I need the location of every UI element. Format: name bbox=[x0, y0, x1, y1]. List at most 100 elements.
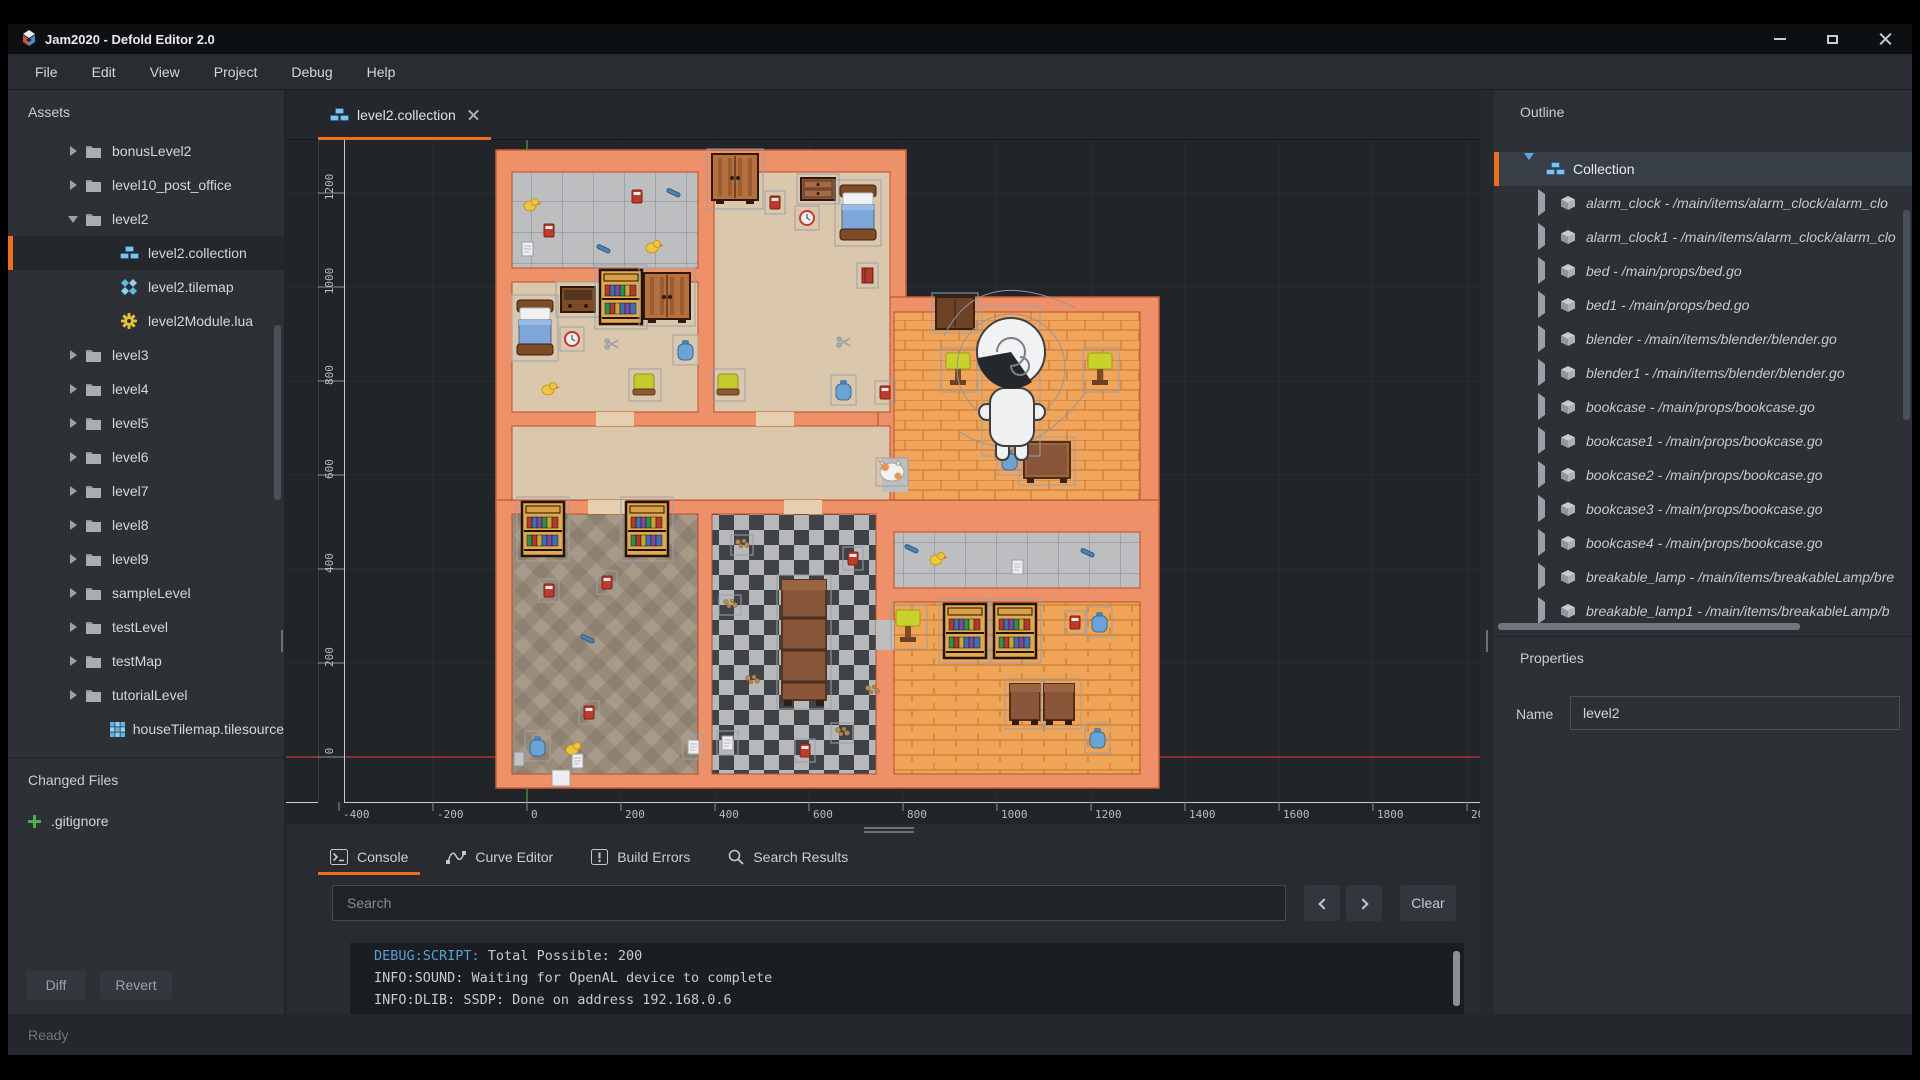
chevron-right-icon[interactable] bbox=[64, 418, 82, 428]
menu-project[interactable]: Project bbox=[197, 54, 275, 90]
wardrobe-object[interactable] bbox=[707, 149, 763, 209]
chevron-right-icon[interactable] bbox=[64, 180, 82, 190]
chevron-right-icon[interactable] bbox=[64, 554, 82, 564]
search-next-button[interactable] bbox=[1346, 885, 1382, 921]
menu-view[interactable]: View bbox=[133, 54, 197, 90]
asset-testMap[interactable]: testMap bbox=[8, 644, 284, 678]
outline-item-alarm_clock1[interactable]: alarm_clock1 - /main/items/alarm_clock/a… bbox=[1494, 220, 1906, 254]
tab-build-errors[interactable]: Build Errors bbox=[579, 838, 702, 875]
scene-view[interactable]: -400-20002004006008001000120014001600180… bbox=[284, 140, 1494, 824]
chevron-right-icon[interactable] bbox=[1538, 534, 1552, 552]
tab-level2-collection[interactable]: level2.collection bbox=[318, 90, 491, 140]
outline-item-bed1[interactable]: bed1 - /main/props/bed.go bbox=[1494, 288, 1906, 322]
name-field[interactable] bbox=[1570, 696, 1900, 730]
level-map[interactable] bbox=[496, 149, 1159, 788]
outline-item-bookcase4[interactable]: bookcase4 - /main/props/bookcase.go bbox=[1494, 526, 1906, 560]
menu-debug[interactable]: Debug bbox=[274, 54, 349, 90]
right-splitter[interactable] bbox=[1480, 90, 1494, 1014]
asset-level2.tilemap[interactable]: level2.tilemap bbox=[8, 270, 284, 304]
search-prev-button[interactable] bbox=[1304, 885, 1340, 921]
chevron-right-icon[interactable] bbox=[64, 146, 82, 156]
bed-object[interactable] bbox=[512, 295, 558, 361]
long-table-object[interactable] bbox=[777, 575, 831, 709]
asset-level10_post_office[interactable]: level10_post_office bbox=[8, 168, 284, 202]
asset-sampleLevel[interactable]: sampleLevel bbox=[8, 576, 284, 610]
tab-curve-editor[interactable]: Curve Editor bbox=[434, 838, 565, 875]
asset-level4[interactable]: level4 bbox=[8, 372, 284, 406]
tab-console[interactable]: Console bbox=[318, 838, 420, 875]
chevron-right-icon[interactable] bbox=[64, 690, 82, 700]
chevron-right-icon[interactable] bbox=[64, 350, 82, 360]
chevron-right-icon[interactable] bbox=[64, 656, 82, 666]
assets-scrollbar[interactable] bbox=[274, 325, 281, 500]
chevron-down-icon[interactable] bbox=[1524, 160, 1534, 178]
left-splitter-handle[interactable] bbox=[281, 630, 283, 652]
chevron-right-icon[interactable] bbox=[64, 486, 82, 496]
console-output[interactable]: DEBUG:SCRIPT: Total Possible: 200INFO:SO… bbox=[350, 943, 1464, 1014]
chevron-right-icon[interactable] bbox=[1538, 296, 1552, 314]
chevron-right-icon[interactable] bbox=[1538, 228, 1552, 246]
console-scrollbar[interactable] bbox=[1453, 951, 1460, 1006]
chevron-right-icon[interactable] bbox=[64, 452, 82, 462]
asset-level7[interactable]: level7 bbox=[8, 474, 284, 508]
search-input[interactable] bbox=[332, 885, 1286, 921]
chevron-right-icon[interactable] bbox=[1538, 466, 1552, 484]
asset-testLevel[interactable]: testLevel bbox=[8, 610, 284, 644]
clear-button[interactable]: Clear bbox=[1400, 885, 1456, 921]
outline-item-bookcase2[interactable]: bookcase2 - /main/props/bookcase.go bbox=[1494, 458, 1906, 492]
tv-stand-object[interactable] bbox=[556, 282, 600, 317]
chevron-right-icon[interactable] bbox=[64, 520, 82, 530]
bookcase3-object[interactable] bbox=[939, 599, 991, 663]
chevron-right-icon[interactable] bbox=[64, 588, 82, 598]
asset-level9[interactable]: level9 bbox=[8, 542, 284, 576]
right-splitter-handle[interactable] bbox=[1486, 630, 1488, 652]
menu-file[interactable]: File bbox=[18, 54, 75, 90]
chevron-right-icon[interactable] bbox=[1538, 602, 1552, 620]
asset-level2[interactable]: level2 bbox=[8, 202, 284, 236]
outline-item-blender1[interactable]: blender1 - /main/items/blender/blender.g… bbox=[1494, 356, 1906, 390]
asset-houseTilemap.tilesource[interactable]: houseTilemap.tilesource bbox=[8, 712, 284, 746]
asset-level6[interactable]: level6 bbox=[8, 440, 284, 474]
chevron-right-icon[interactable] bbox=[1538, 398, 1552, 416]
outline-item-bookcase[interactable]: bookcase - /main/props/bookcase.go bbox=[1494, 390, 1906, 424]
asset-tutorialLevel[interactable]: tutorialLevel bbox=[8, 678, 284, 712]
asset-bonusLevel2[interactable]: bonusLevel2 bbox=[8, 134, 284, 168]
bookcase1-object[interactable] bbox=[517, 497, 569, 561]
tab-search-results[interactable]: Search Results bbox=[716, 838, 860, 875]
console-splitter-handle[interactable] bbox=[864, 827, 914, 835]
maximize-button[interactable] bbox=[1806, 24, 1859, 54]
outline-vertical-scrollbar[interactable] bbox=[1903, 210, 1910, 420]
outline-item-breakable_lamp[interactable]: breakable_lamp - /main/items/breakableLa… bbox=[1494, 560, 1906, 594]
menu-edit[interactable]: Edit bbox=[75, 54, 133, 90]
outline-item-alarm_clock[interactable]: alarm_clock - /main/items/alarm_clock/al… bbox=[1494, 186, 1906, 220]
bed1-object[interactable] bbox=[835, 180, 881, 246]
asset-level2.collection[interactable]: level2.collection bbox=[8, 236, 284, 270]
diff-button[interactable]: Diff bbox=[26, 970, 86, 1000]
chevron-right-icon[interactable] bbox=[1538, 432, 1552, 450]
outline-item-bookcase1[interactable]: bookcase1 - /main/props/bookcase.go bbox=[1494, 424, 1906, 458]
close-button[interactable] bbox=[1859, 24, 1912, 54]
dresser-object[interactable] bbox=[797, 174, 839, 204]
outline-item-bed[interactable]: bed - /main/props/bed.go bbox=[1494, 254, 1906, 288]
chevron-right-icon[interactable] bbox=[1538, 194, 1552, 212]
asset-level8[interactable]: level8 bbox=[8, 508, 284, 542]
bookcase2-object[interactable] bbox=[621, 497, 673, 561]
asset-level5[interactable]: level5 bbox=[8, 406, 284, 440]
chevron-right-icon[interactable] bbox=[1538, 364, 1552, 382]
revert-button[interactable]: Revert bbox=[100, 970, 172, 1000]
chevron-right-icon[interactable] bbox=[1538, 330, 1552, 348]
outline-item-collection[interactable]: Collection bbox=[1494, 152, 1912, 186]
changed-file-.gitignore[interactable]: .gitignore bbox=[28, 808, 109, 834]
asset-level3[interactable]: level3 bbox=[8, 338, 284, 372]
chevron-right-icon[interactable] bbox=[64, 384, 82, 394]
chevron-down-icon[interactable] bbox=[64, 216, 82, 223]
outline-horizontal-scrollbar[interactable] bbox=[1498, 623, 1800, 630]
chevron-right-icon[interactable] bbox=[64, 622, 82, 632]
chevron-right-icon[interactable] bbox=[1538, 262, 1552, 280]
chevron-right-icon[interactable] bbox=[1538, 568, 1552, 586]
outline-item-blender[interactable]: blender - /main/items/blender/blender.go bbox=[1494, 322, 1906, 356]
asset-level2Module.lua[interactable]: level2Module.lua bbox=[8, 304, 284, 338]
left-splitter[interactable] bbox=[284, 90, 286, 1014]
chevron-right-icon[interactable] bbox=[1538, 500, 1552, 518]
wardrobe2-object[interactable] bbox=[639, 268, 695, 326]
